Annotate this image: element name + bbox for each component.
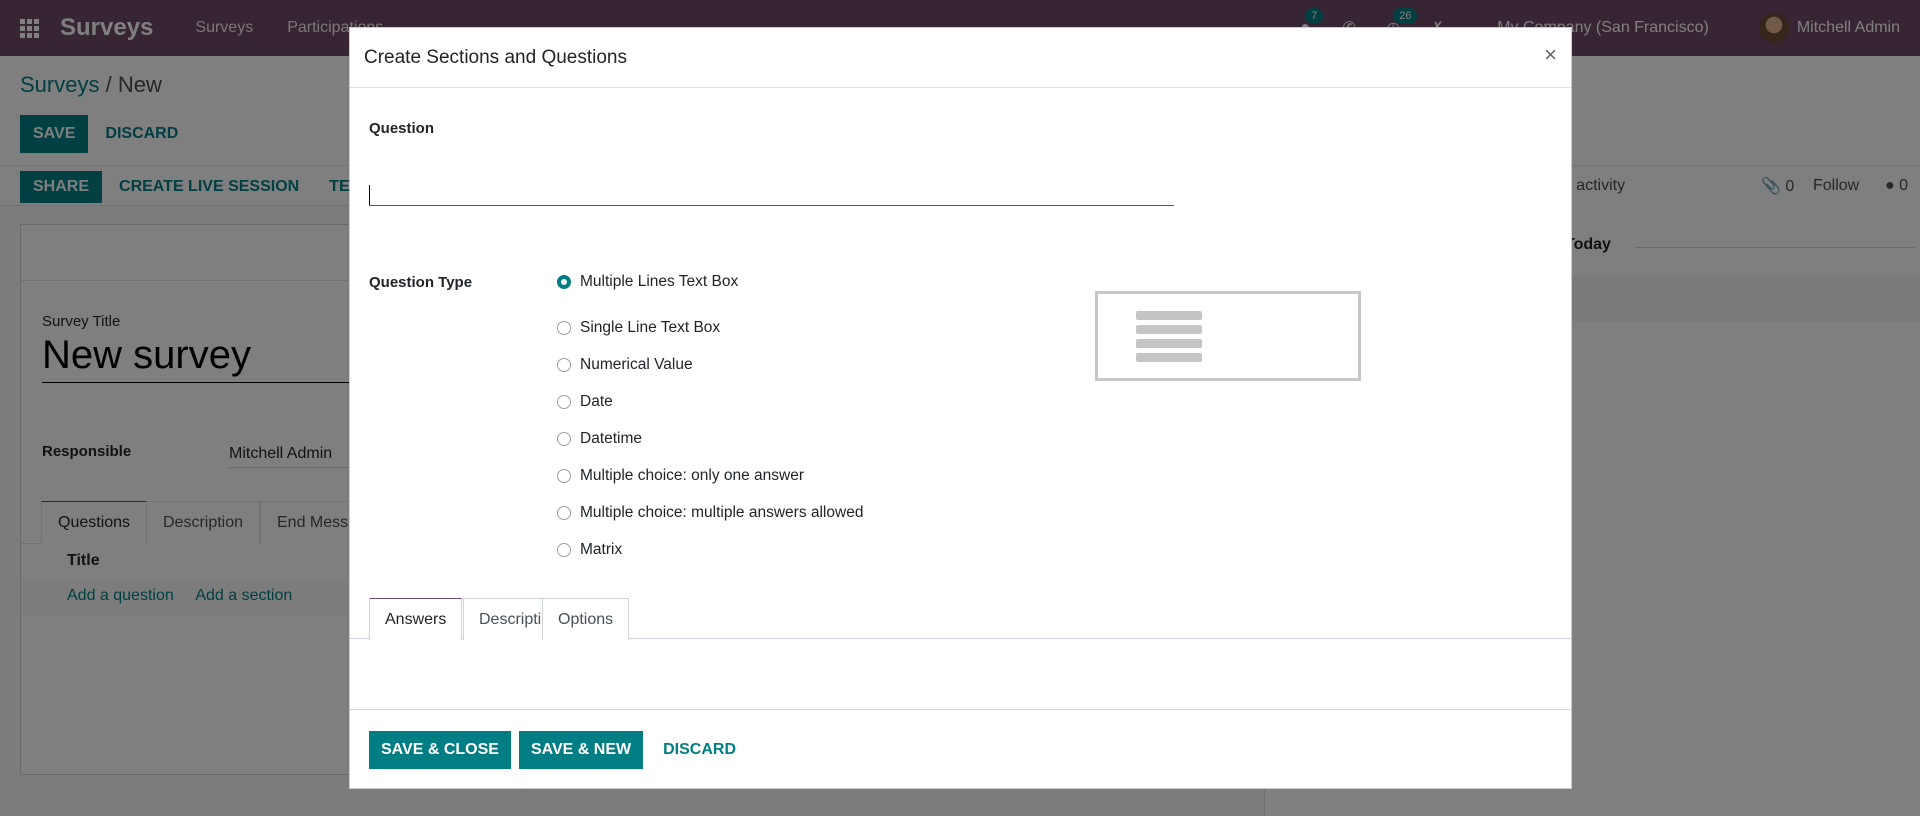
dialog-header: Create Sections and Questions × <box>350 28 1571 88</box>
radio-label: Date <box>580 392 613 410</box>
radio-label: Multiple choice: only one answer <box>580 466 805 484</box>
radio-single-line-text-box[interactable]: Single Line Text Box <box>557 309 863 346</box>
radio-label: Matrix <box>580 540 623 558</box>
radio-multiple-choice-one[interactable]: Multiple choice: only one answer <box>557 457 863 494</box>
radio-unchecked-icon <box>557 394 571 409</box>
dialog-title: Create Sections and Questions <box>364 47 627 68</box>
radio-unchecked-icon <box>557 542 571 557</box>
dialog-discard-button[interactable]: Discard <box>651 731 748 769</box>
preview-text-line-icon <box>1136 353 1202 362</box>
radio-label: Numerical Value <box>580 355 693 373</box>
text-cursor <box>369 185 370 205</box>
preview-text-line-icon <box>1136 325 1202 334</box>
radio-matrix[interactable]: Matrix <box>557 531 863 568</box>
radio-label: Multiple Lines Text Box <box>580 273 739 290</box>
tab-options[interactable]: Options <box>542 598 630 640</box>
radio-unchecked-icon <box>557 357 571 372</box>
radio-numerical-value[interactable]: Numerical Value <box>557 346 863 383</box>
radio-label: Datetime <box>580 429 643 447</box>
question-type-label: Question Type <box>369 274 473 291</box>
radio-datetime[interactable]: Datetime <box>557 420 863 457</box>
radio-multiple-choice-multiple[interactable]: Multiple choice: multiple answers allowe… <box>557 494 863 531</box>
save-new-button[interactable]: Save & New <box>518 731 644 769</box>
radio-checked-icon <box>557 275 571 289</box>
radio-label: Multiple choice: multiple answers allowe… <box>580 503 864 521</box>
question-input[interactable] <box>369 174 1174 206</box>
radio-multiple-lines-text-box[interactable]: Multiple Lines Text Box <box>557 272 863 292</box>
question-label: Question <box>369 120 435 137</box>
radio-unchecked-icon <box>557 431 571 446</box>
question-type-radio-group: Multiple Lines Text Box Single Line Text… <box>557 272 863 568</box>
create-question-dialog: Create Sections and Questions × Question… <box>349 27 1572 789</box>
radio-label: Single Line Text Box <box>580 318 721 336</box>
dialog-footer: Save & Close Save & New Discard <box>350 709 1571 790</box>
close-icon[interactable]: × <box>1544 42 1557 68</box>
radio-unchecked-icon <box>557 320 571 335</box>
question-type-preview-image <box>1095 291 1361 381</box>
save-close-button[interactable]: Save & Close <box>369 731 511 769</box>
preview-text-line-icon <box>1136 311 1202 320</box>
tab-answers[interactable]: Answers <box>369 598 463 640</box>
dialog-tabs: Answers Description Options <box>350 598 1571 640</box>
preview-text-line-icon <box>1136 339 1202 348</box>
radio-date[interactable]: Date <box>557 383 863 420</box>
radio-unchecked-icon <box>557 468 571 483</box>
radio-unchecked-icon <box>557 505 571 520</box>
